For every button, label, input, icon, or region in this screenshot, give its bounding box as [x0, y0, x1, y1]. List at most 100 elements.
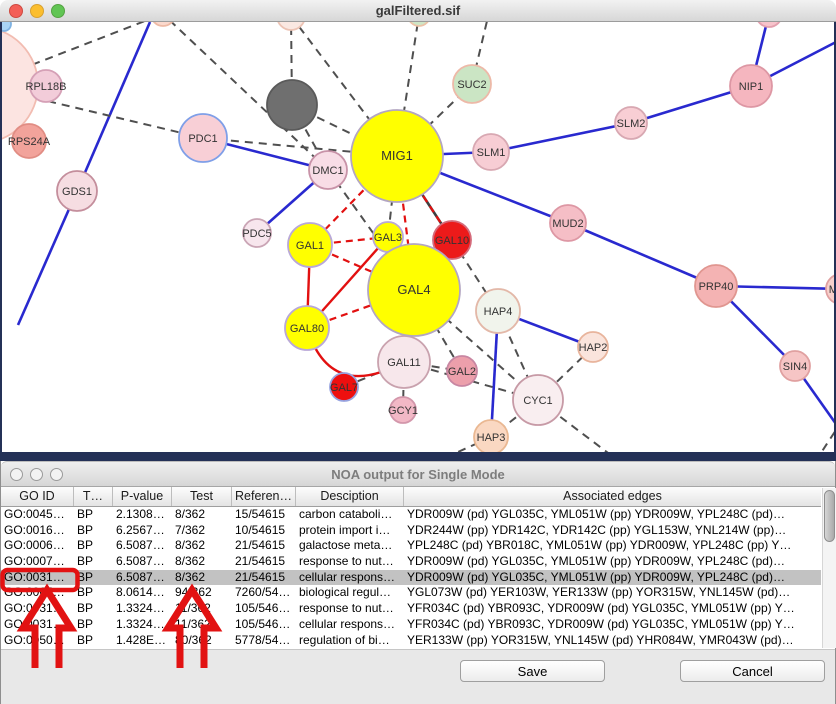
node-SLM2[interactable]: SLM2	[615, 107, 647, 139]
table-row-6[interactable]: GO:0065…BP8.0614…94/3627260/54…biologica…	[1, 585, 821, 601]
table-cell[interactable]: 7/362	[172, 523, 232, 539]
table-cell[interactable]: 8.0614…	[113, 585, 172, 601]
edge-MUD2-PRP40[interactable]	[568, 223, 716, 286]
column-header-2[interactable]: T…	[74, 487, 113, 506]
node-HAP4[interactable]: HAP4	[476, 289, 520, 333]
table-cell[interactable]: BP	[74, 570, 113, 586]
table-cell[interactable]: YDR009W (pd) YGL035C, YML051W (pp) YDR00…	[404, 507, 821, 523]
table-cell[interactable]: BP	[74, 538, 113, 554]
table-cell[interactable]: GO:0050…	[1, 633, 74, 649]
table-cell[interactable]: response to nut…	[296, 554, 404, 570]
table-cell[interactable]: 15/54615	[232, 507, 296, 523]
table-row-7[interactable]: GO:0031…BP1.3324…11/362105/546…response …	[1, 601, 821, 617]
node-SLM1[interactable]: SLM1	[473, 134, 509, 170]
table-cell[interactable]: BP	[74, 554, 113, 570]
network-graph[interactable]: RPL18BRPS24AGDS1PDC1SUC2SLM1SLM2NIP1MUD2…	[2, 22, 834, 452]
table-cell[interactable]: 80/362	[172, 633, 232, 649]
table-cell[interactable]: YPL248C (pd) YBR018C, YML051W (pp) YDR00…	[404, 538, 821, 554]
table-cell[interactable]: YDR009W (pd) YGL035C, YML051W (pp) YDR00…	[404, 570, 821, 586]
node-DMC1[interactable]: DMC1	[309, 151, 347, 189]
node-SIN4[interactable]: SIN4	[780, 351, 810, 381]
table-cell[interactable]: GO:0045…	[1, 507, 74, 523]
table-cell[interactable]: YDR244W (pp) YDR142C, YDR142C (pp) YGL15…	[404, 523, 821, 539]
table-cell[interactable]: 8/362	[172, 538, 232, 554]
table-cell[interactable]: 105/546…	[232, 617, 296, 633]
zoom-button[interactable]	[51, 4, 65, 18]
table-cell[interactable]: protein import i…	[296, 523, 404, 539]
node-MSN[interactable]: MSN	[826, 274, 834, 304]
table-cell[interactable]: GO:0031…	[1, 570, 74, 586]
table-cell[interactable]: GO:0016…	[1, 523, 74, 539]
node-GCY1[interactable]: GCY1	[388, 397, 418, 423]
table-cell[interactable]: GO:0065…	[1, 585, 74, 601]
table-cell[interactable]: 8/362	[172, 507, 232, 523]
table-cell[interactable]: YFR034C (pd) YBR093C, YDR009W (pd) YGL03…	[404, 601, 821, 617]
table-cell[interactable]: GO:0006…	[1, 538, 74, 554]
table-cell[interactable]: 11/362	[172, 617, 232, 633]
table-row-4[interactable]: GO:0007…BP6.5087…8/36221/54615response t…	[1, 554, 821, 570]
table-row-1[interactable]: GO:0045…BP2.1308…8/36215/54615carbon cat…	[1, 507, 821, 523]
table-cell[interactable]: 1.3324…	[113, 617, 172, 633]
zoom-button-inactive[interactable]	[50, 468, 63, 481]
node-unlabeled[interactable]	[408, 22, 430, 26]
node-HAP3[interactable]: HAP3	[474, 420, 508, 452]
table-cell[interactable]: BP	[74, 617, 113, 633]
node-GAL2[interactable]: GAL2	[447, 356, 477, 386]
close-button-inactive[interactable]	[10, 468, 23, 481]
table-cell[interactable]: 7260/54…	[232, 585, 296, 601]
minimize-button-inactive[interactable]	[30, 468, 43, 481]
table-cell[interactable]: BP	[74, 507, 113, 523]
table-row-5[interactable]: GO:0031…BP6.5087…8/36221/54615cellular r…	[1, 570, 821, 586]
edge-x-x[interactable]	[815, 430, 834, 452]
table-cell[interactable]: BP	[74, 523, 113, 539]
node-unlabeled[interactable]	[756, 22, 782, 27]
table-cell[interactable]: 2.1308…	[113, 507, 172, 523]
table-cell[interactable]: 8/362	[172, 570, 232, 586]
node-unlabeled[interactable]	[2, 22, 11, 31]
column-header-3[interactable]: P-value	[113, 487, 172, 506]
table-row-8[interactable]: GO:0031…BP1.3324…11/362105/546…cellular …	[1, 617, 821, 633]
edge-SLM1-SLM2[interactable]	[491, 123, 631, 152]
node-GAL7[interactable]: GAL7	[330, 373, 358, 401]
network-canvas[interactable]: RPL18BRPS24AGDS1PDC1SUC2SLM1SLM2NIP1MUD2…	[0, 22, 836, 452]
table-cell[interactable]: 11/362	[172, 601, 232, 617]
table-cell[interactable]: 94/362	[172, 585, 232, 601]
close-button[interactable]	[9, 4, 23, 18]
scrollbar-thumb[interactable]	[824, 490, 835, 542]
table-cell[interactable]: 6.5087…	[113, 554, 172, 570]
table-cell[interactable]: BP	[74, 601, 113, 617]
table-cell[interactable]: GO:0007…	[1, 554, 74, 570]
table-cell[interactable]: 10/54615	[232, 523, 296, 539]
column-header-1[interactable]: GO ID	[1, 487, 74, 506]
table-cell[interactable]: carbon cataboli…	[296, 507, 404, 523]
table-cell[interactable]: 8/362	[172, 554, 232, 570]
node-HAP2[interactable]: HAP2	[578, 332, 608, 362]
table-cell[interactable]: cellular respons…	[296, 570, 404, 586]
node-PDC5[interactable]: PDC5	[242, 219, 271, 247]
table-cell[interactable]: 21/54615	[232, 570, 296, 586]
node-MUD2[interactable]: MUD2	[550, 205, 586, 241]
table-cell[interactable]: YGL073W (pd) YER103W, YER133W (pp) YOR31…	[404, 585, 821, 601]
node-NIP1[interactable]: NIP1	[730, 65, 772, 107]
minimize-button[interactable]	[30, 4, 44, 18]
node-GAL11[interactable]: GAL11	[378, 336, 430, 388]
table-cell[interactable]: 1.3324…	[113, 601, 172, 617]
table-cell[interactable]: BP	[74, 633, 113, 649]
network-window-titlebar[interactable]: galFiltered.sif	[0, 0, 836, 22]
table-cell[interactable]: 21/54615	[232, 554, 296, 570]
table-cell[interactable]: YDR009W (pd) YGL035C, YML051W (pp) YDR00…	[404, 554, 821, 570]
column-header-4[interactable]: Test	[172, 487, 232, 506]
node-PDC1[interactable]: PDC1	[179, 114, 227, 162]
table-cell[interactable]: galactose meta…	[296, 538, 404, 554]
node-GAL4[interactable]: GAL4	[368, 244, 460, 336]
column-header-5[interactable]: Referen…	[232, 487, 296, 506]
table-cell[interactable]: 6.5087…	[113, 538, 172, 554]
node-SUC2[interactable]: SUC2	[453, 65, 491, 103]
node-GAL1[interactable]: GAL1	[288, 223, 332, 267]
table-cell[interactable]: 6.2567…	[113, 523, 172, 539]
node-MIG1[interactable]: MIG1	[351, 110, 443, 202]
table-row-9[interactable]: GO:0050…BP1.428E…80/3625778/54…regulatio…	[1, 633, 821, 649]
table-cell[interactable]: response to nut…	[296, 601, 404, 617]
node-CYC1[interactable]: CYC1	[513, 375, 563, 425]
table-cell[interactable]: YER133W (pp) YOR315W, YNL145W (pd) YHR08…	[404, 633, 821, 649]
